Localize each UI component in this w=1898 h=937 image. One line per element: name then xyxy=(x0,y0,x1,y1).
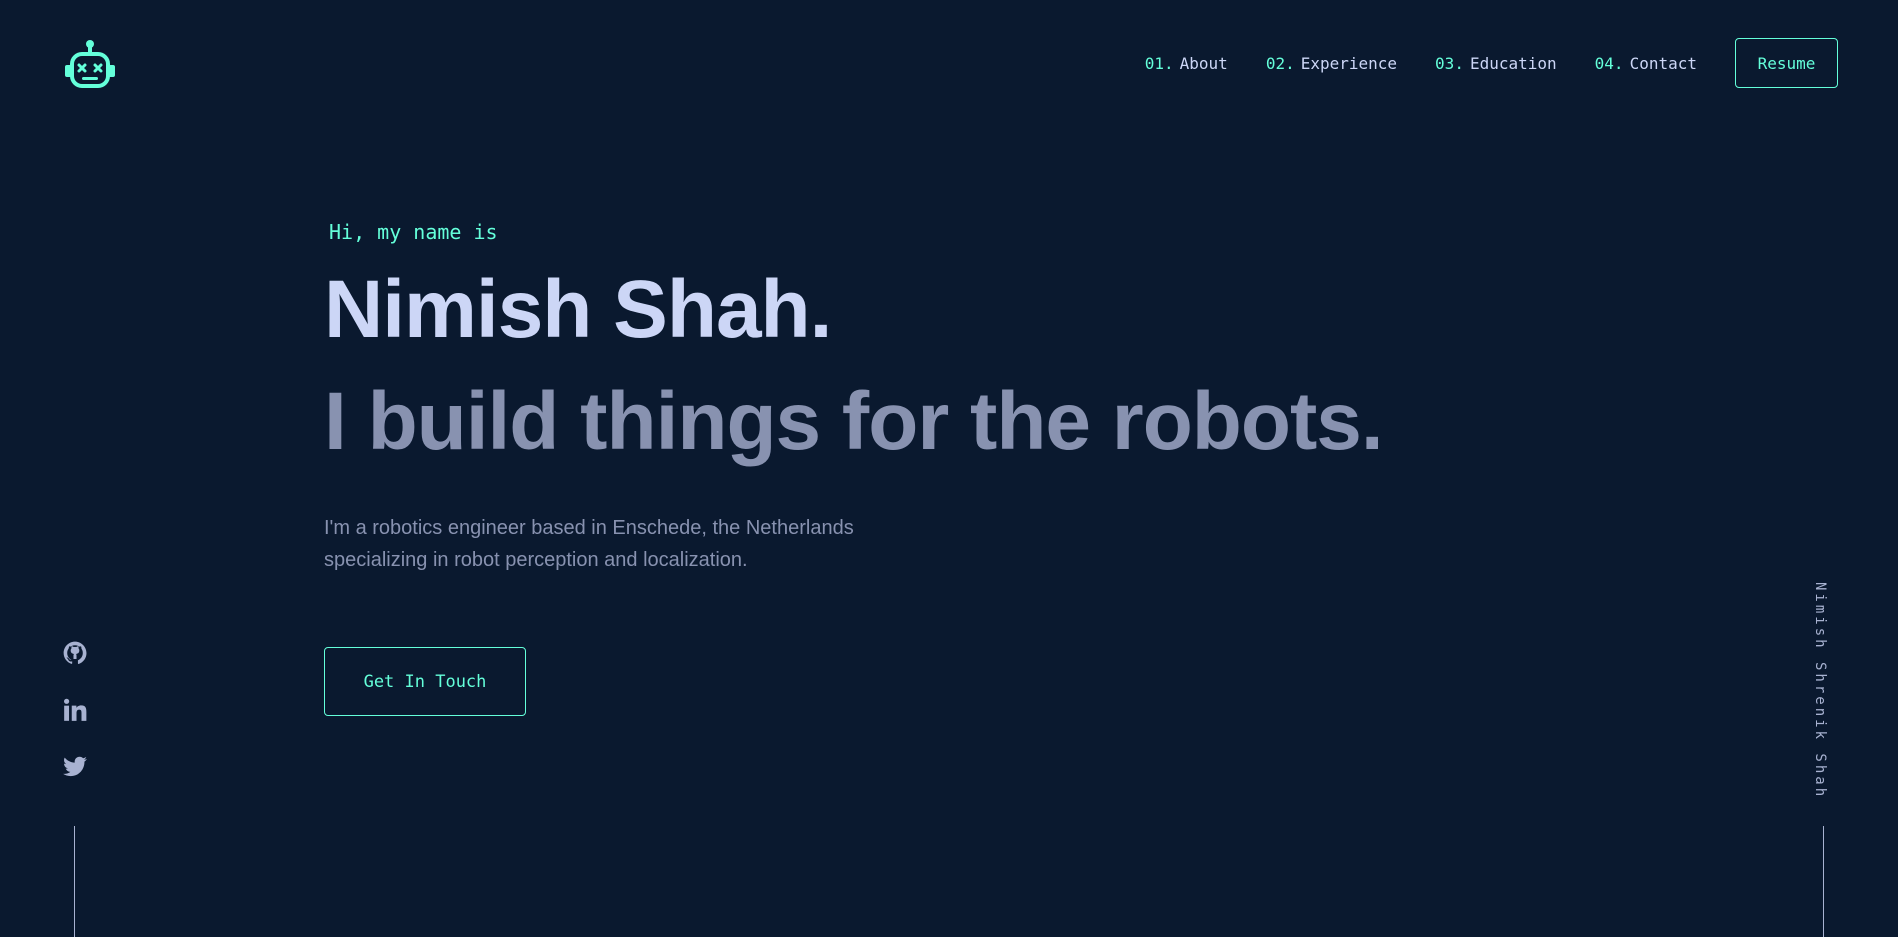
nav-item-education[interactable]: 03. Education xyxy=(1435,54,1557,73)
hero-intro-line-2: specializing in robot perception and loc… xyxy=(324,549,748,571)
twitter-icon[interactable] xyxy=(62,754,88,780)
social-links xyxy=(62,640,88,811)
robot-logo-icon[interactable] xyxy=(62,38,118,90)
hero-greeting: Hi, my name is xyxy=(329,220,498,244)
nav-item-about[interactable]: 01. About xyxy=(1145,54,1228,73)
page: 01. About 02. Experience 03. Education 04. C… xyxy=(0,0,1898,937)
vertical-name-link[interactable]: Nimish Shrenik Shah xyxy=(1812,582,1828,799)
main-nav: 01. About 02. Experience 03. Education 04. C… xyxy=(1145,38,1838,88)
hero-tagline: I build things for the robots. xyxy=(324,376,1384,467)
hero-intro-line-1: I'm a robotics engineer based in Ensched… xyxy=(324,517,854,539)
resume-button[interactable]: Resume xyxy=(1735,38,1838,88)
nav-label: Contact xyxy=(1629,53,1697,73)
hero-name: Nimish Shah. xyxy=(324,264,832,355)
nav-item-experience[interactable]: 02. Experience xyxy=(1266,54,1397,73)
nav-label: Education xyxy=(1469,53,1557,73)
get-in-touch-button[interactable]: Get In Touch xyxy=(324,647,526,716)
left-divider-line xyxy=(74,826,75,937)
nav-number: 03. xyxy=(1435,53,1464,73)
github-icon[interactable] xyxy=(62,640,88,666)
nav-item-contact[interactable]: 04. Contact xyxy=(1595,54,1697,73)
linkedin-icon[interactable] xyxy=(62,697,88,723)
nav-number: 02. xyxy=(1265,53,1295,73)
site-header: 01. About 02. Experience 03. Education 04. C… xyxy=(0,0,1898,124)
right-divider-line xyxy=(1823,826,1824,937)
nav-label: Experience xyxy=(1300,53,1398,73)
hero-intro: I'm a robotics engineer based in Ensched… xyxy=(324,512,944,576)
hero-section: Hi, my name is Nimish Shah. I build thin… xyxy=(324,210,1624,716)
nav-label: About xyxy=(1179,53,1228,73)
nav-number: 01. xyxy=(1144,53,1174,73)
nav-number: 04. xyxy=(1594,53,1624,73)
